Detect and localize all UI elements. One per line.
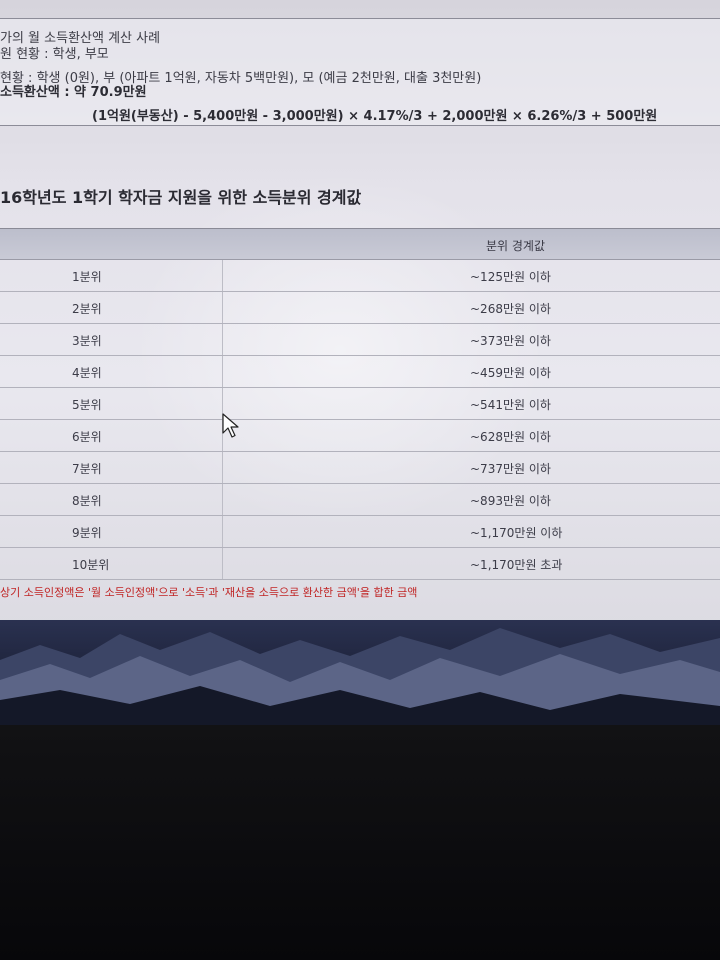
bracket-boundary: ~737만원 이하 — [470, 462, 551, 476]
bracket-rank: 7분위 — [72, 462, 102, 476]
table-row: 5분위 ~541만원 이하 — [0, 388, 720, 420]
table-body: 1분위 ~125만원 이하 2분위 ~268만원 이하 3분위 ~373만원 이하 4분위 ~… — [0, 260, 720, 580]
column-divider — [222, 324, 223, 355]
bracket-boundary: ~1,170만원 초과 — [470, 558, 563, 572]
table-row: 10분위 ~1,170만원 초과 — [0, 548, 720, 580]
column-divider — [222, 516, 223, 547]
bracket-rank: 6분위 — [72, 430, 102, 444]
bracket-rank: 8분위 — [72, 494, 102, 508]
bracket-rank: 3분위 — [72, 334, 102, 348]
bracket-boundary: ~125만원 이하 — [470, 270, 551, 284]
section-title: 16학년도 1학기 학자금 지원을 위한 소득분위 경계값 — [0, 188, 362, 207]
bracket-rank: 9분위 — [72, 526, 102, 540]
bracket-boundary: ~268만원 이하 — [470, 302, 551, 316]
bracket-boundary: ~373만원 이하 — [470, 334, 551, 348]
monitor-bezel — [0, 725, 720, 960]
table-row: 1분위 ~125만원 이하 — [0, 260, 720, 292]
mountain-image — [0, 628, 720, 730]
bracket-rank: 1분위 — [72, 270, 102, 284]
desktop-wallpaper — [0, 620, 720, 730]
column-divider — [222, 484, 223, 515]
bracket-rank: 4분위 — [72, 366, 102, 380]
mouse-pointer-icon — [222, 413, 239, 438]
example-income-result: 소득환산액 : 약 70.9만원 — [0, 85, 147, 100]
bracket-rank: 5분위 — [72, 398, 102, 412]
column-divider — [222, 356, 223, 387]
bracket-boundary: ~1,170만원 이하 — [470, 526, 563, 540]
column-divider — [222, 292, 223, 323]
column-divider — [222, 260, 223, 291]
header-boundary: 분위 경계값 — [486, 239, 546, 253]
column-divider — [222, 548, 223, 579]
table-row: 6분위 ~628만원 이하 — [0, 420, 720, 452]
table-row: 3분위 ~373만원 이하 — [0, 324, 720, 356]
table-row: 8분위 ~893만원 이하 — [0, 484, 720, 516]
table-header: 분위 경계값 — [0, 229, 720, 260]
table-row: 7분위 ~737만원 이하 — [0, 452, 720, 484]
bracket-boundary: ~628만원 이하 — [470, 430, 551, 444]
example-family: 원 현황 : 학생, 부모 — [0, 47, 109, 62]
table-row: 2분위 ~268만원 이하 — [0, 292, 720, 324]
income-example-box: 가의 월 소득환산액 계산 사례 원 현황 : 학생, 부모 현황 : 학생 (… — [0, 18, 720, 126]
bracket-rank: 10분위 — [72, 558, 110, 572]
footnote: 상기 소득인정액은 '월 소득인정액'으로 '소득'과 '재산을 소득으로 환산… — [0, 586, 418, 599]
bracket-boundary: ~459만원 이하 — [470, 366, 551, 380]
example-formula: (1억원(부동산) - 5,400만원 - 3,000만원) × 4.17%/3… — [92, 109, 658, 124]
table-row: 4분위 ~459만원 이하 — [0, 356, 720, 388]
bracket-rank: 2분위 — [72, 302, 102, 316]
browser-viewport: 가의 월 소득환산액 계산 사례 원 현황 : 학생, 부모 현황 : 학생 (… — [0, 0, 720, 630]
bracket-boundary: ~541만원 이하 — [470, 398, 551, 412]
income-bracket-table: 분위 경계값 1분위 ~125만원 이하 2분위 ~268만원 이하 3분위 ~373만원… — [0, 228, 720, 580]
column-divider — [222, 452, 223, 483]
bracket-boundary: ~893만원 이하 — [470, 494, 551, 508]
table-row: 9분위 ~1,170만원 이하 — [0, 516, 720, 548]
